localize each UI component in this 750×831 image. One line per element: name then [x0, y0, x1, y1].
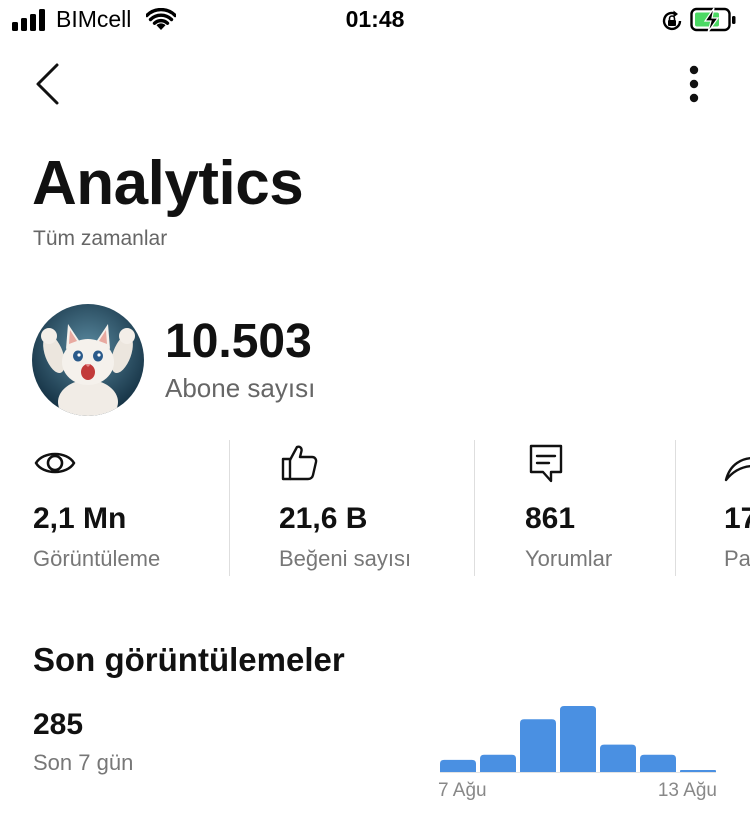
- shares-label: Pa: [724, 546, 750, 571]
- eye-icon: [34, 452, 76, 474]
- status-time: 01:48: [345, 6, 405, 32]
- rotation-lock-icon: [662, 10, 682, 31]
- recent-views-value: 285: [33, 708, 84, 741]
- chart-bar-12-Ağu: [640, 754, 676, 772]
- chart-bar-7-Ağu: [440, 759, 476, 772]
- recent-views-title: Son görüntülemeler: [33, 641, 345, 678]
- comment-icon: [529, 444, 563, 483]
- recent-views-period: Son 7 gün: [33, 750, 134, 775]
- status-bar: BIMcell 01:48: [0, 0, 750, 44]
- stat-divider: [675, 440, 676, 576]
- chart-bar-9-Ağu: [520, 719, 556, 772]
- stat-views[interactable]: 2,1 Mn Görüntüleme: [33, 440, 223, 576]
- views-label: Görüntüleme: [33, 546, 161, 571]
- stat-comments[interactable]: 861 Yorumlar: [525, 440, 665, 576]
- more-options-button[interactable]: [678, 62, 710, 106]
- chart-tick-label: 7 Ağu: [438, 780, 487, 801]
- stat-likes[interactable]: 21,6 B Beğeni sayısı: [279, 440, 469, 576]
- share-icon: [724, 457, 750, 482]
- stat-divider: [474, 440, 475, 576]
- subscriber-count: 10.503: [165, 315, 312, 368]
- likes-label: Beğeni sayısı: [279, 546, 412, 571]
- back-button[interactable]: [24, 58, 70, 110]
- avatar: [32, 304, 144, 416]
- subscriber-label: Abone sayısı: [165, 373, 316, 403]
- chart-bar-10-Ağu: [560, 706, 596, 772]
- shares-value: 17: [724, 502, 750, 535]
- chevron-left-icon: [36, 63, 59, 105]
- recent-views-chart[interactable]: 7 Ağu 13 Ağu: [430, 690, 730, 810]
- thumbs-up-icon: [281, 445, 318, 481]
- more-vertical-icon: [689, 65, 699, 103]
- chart-bar-11-Ağu: [600, 744, 636, 772]
- chart-tick-label: 13 Ağu: [658, 780, 717, 801]
- chart-bar-8-Ağu: [480, 754, 516, 772]
- likes-value: 21,6 B: [279, 502, 368, 535]
- chart-bar-13-Ağu: [680, 769, 716, 772]
- stat-shares[interactable]: 17 Pa: [724, 440, 750, 576]
- time-range-label: Tüm zamanlar: [33, 227, 168, 250]
- views-value: 2,1 Mn: [33, 502, 127, 535]
- comments-label: Yorumlar: [525, 546, 613, 571]
- stat-divider: [229, 440, 230, 576]
- cat-avatar-image: [32, 304, 144, 416]
- comments-value: 861: [525, 502, 576, 535]
- battery-icon: [690, 7, 736, 33]
- page-title: Analytics: [32, 149, 304, 218]
